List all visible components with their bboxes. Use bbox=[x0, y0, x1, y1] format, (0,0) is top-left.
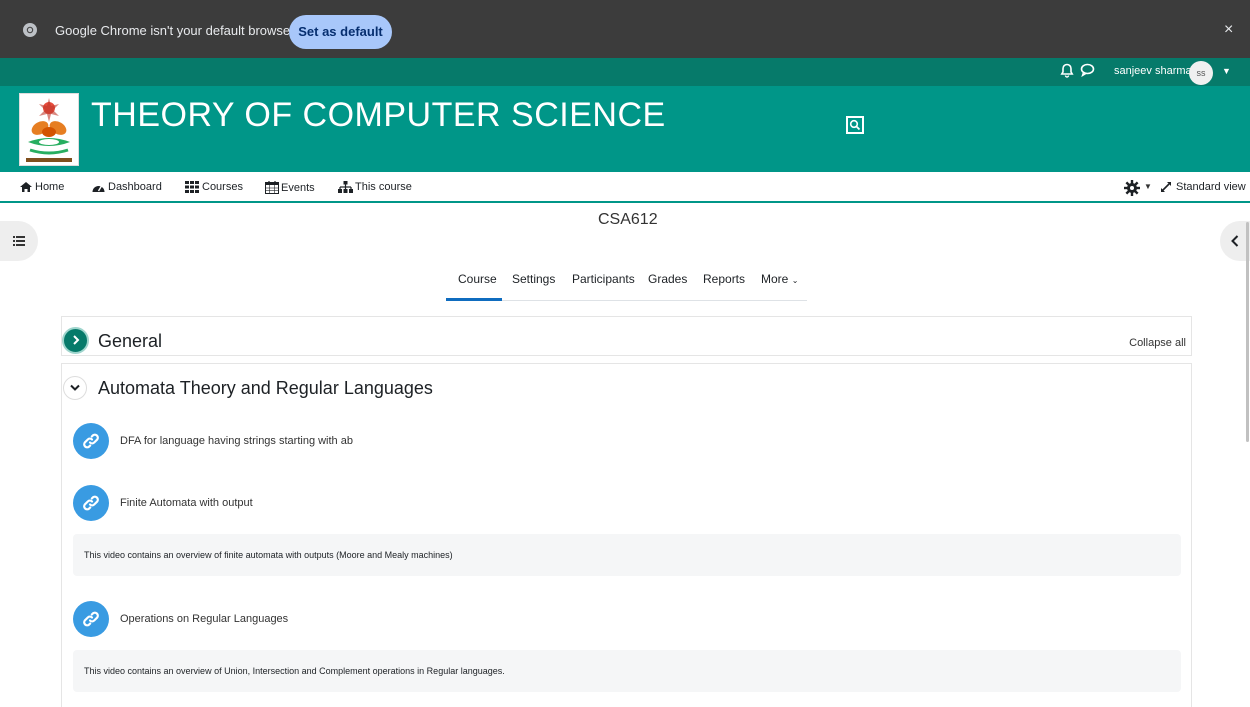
activity-name[interactable]: Operations on Regular Languages bbox=[120, 613, 288, 625]
standard-view-label: Standard view bbox=[1176, 181, 1246, 193]
section-title[interactable]: Automata Theory and Regular Languages bbox=[98, 378, 433, 399]
calendar-icon bbox=[265, 181, 279, 194]
courses-grid-icon bbox=[185, 181, 199, 193]
link-icon bbox=[73, 485, 109, 521]
tab-reports[interactable]: Reports bbox=[703, 272, 745, 286]
list-icon bbox=[13, 236, 25, 246]
section-expand-toggle[interactable] bbox=[62, 327, 89, 354]
primary-navigation: Home Dashboard Courses Events This cours… bbox=[0, 172, 1250, 203]
default-browser-infobar: Google Chrome isn't your default browser… bbox=[0, 0, 1250, 58]
nav-courses[interactable]: Courses bbox=[185, 181, 243, 193]
compress-icon bbox=[1161, 182, 1171, 192]
tab-more[interactable]: More ⌄ bbox=[761, 272, 798, 286]
nav-courses-label: Courses bbox=[202, 181, 243, 193]
tab-participants[interactable]: Participants bbox=[572, 272, 635, 286]
site-header-banner: THEORY OF COMPUTER SCIENCE bbox=[0, 86, 1250, 172]
page-title: CSA612 bbox=[598, 211, 658, 228]
nav-dashboard[interactable]: Dashboard bbox=[91, 181, 162, 193]
chevron-down-icon[interactable]: ▼ bbox=[1144, 182, 1152, 191]
active-tab-indicator bbox=[446, 298, 502, 301]
course-index-drawer-toggle[interactable] bbox=[0, 221, 38, 261]
nav-this-course[interactable]: This course bbox=[338, 181, 412, 193]
site-title[interactable]: THEORY OF COMPUTER SCIENCE bbox=[91, 96, 666, 135]
chevron-down-icon: ⌄ bbox=[791, 276, 799, 285]
secondary-navigation-tabs: Course Settings Participants Grades Repo… bbox=[446, 264, 807, 301]
sitemap-icon bbox=[338, 181, 353, 193]
chevron-right-icon bbox=[73, 335, 80, 345]
section-collapse-toggle[interactable] bbox=[63, 376, 87, 400]
standard-view-toggle[interactable]: Standard view bbox=[1160, 181, 1246, 193]
section-automata: Automata Theory and Regular Languages DF… bbox=[61, 363, 1192, 707]
bell-icon[interactable] bbox=[1060, 63, 1074, 78]
home-icon bbox=[20, 182, 32, 192]
set-as-default-button[interactable]: Set as default bbox=[289, 15, 392, 49]
section-general: General Collapse all bbox=[61, 316, 1192, 356]
tab-settings[interactable]: Settings bbox=[512, 272, 555, 286]
dashboard-icon bbox=[92, 185, 105, 192]
gear-icon[interactable] bbox=[1124, 180, 1140, 196]
avatar[interactable]: ss bbox=[1189, 61, 1213, 85]
user-name[interactable]: sanjeev sharma bbox=[1114, 65, 1192, 77]
chevron-down-icon bbox=[70, 384, 80, 391]
activity-name[interactable]: DFA for language having strings starting… bbox=[120, 435, 353, 447]
collapse-all-link[interactable]: Collapse all bbox=[1129, 337, 1186, 349]
search-icon[interactable] bbox=[846, 116, 864, 134]
close-icon[interactable]: × bbox=[1224, 22, 1233, 38]
nav-this-course-label: This course bbox=[355, 181, 412, 193]
nav-events[interactable]: Events bbox=[265, 181, 315, 194]
chrome-icon bbox=[23, 23, 37, 37]
top-navbar: sanjeev sharma ss ▼ bbox=[0, 58, 1250, 86]
activity-url[interactable]: Finite Automata with output bbox=[73, 485, 253, 521]
infobar-message: Google Chrome isn't your default browser bbox=[55, 23, 295, 38]
activity-name[interactable]: Finite Automata with output bbox=[120, 497, 253, 509]
nav-home-label: Home bbox=[35, 181, 65, 193]
tab-grades[interactable]: Grades bbox=[648, 272, 687, 286]
nav-events-label: Events bbox=[281, 181, 315, 194]
tab-more-label: More bbox=[761, 272, 789, 286]
chevron-left-icon bbox=[1231, 235, 1239, 247]
logo-emblem-icon bbox=[26, 98, 72, 162]
tab-course[interactable]: Course bbox=[458, 272, 497, 286]
section-title[interactable]: General bbox=[98, 331, 162, 352]
activity-url[interactable]: DFA for language having strings starting… bbox=[73, 423, 353, 459]
chat-icon[interactable] bbox=[1080, 63, 1095, 77]
activity-url[interactable]: Operations on Regular Languages bbox=[73, 601, 288, 637]
activity-description: This video contains an overview of Union… bbox=[73, 650, 1181, 692]
nav-dashboard-label: Dashboard bbox=[108, 181, 162, 193]
link-icon bbox=[73, 423, 109, 459]
page-scrollbar[interactable] bbox=[1246, 222, 1249, 442]
nav-home[interactable]: Home bbox=[19, 181, 64, 193]
university-logo[interactable] bbox=[19, 93, 79, 166]
chevron-down-icon[interactable]: ▼ bbox=[1222, 66, 1231, 76]
link-icon bbox=[73, 601, 109, 637]
activity-description: This video contains an overview of finit… bbox=[73, 534, 1181, 576]
